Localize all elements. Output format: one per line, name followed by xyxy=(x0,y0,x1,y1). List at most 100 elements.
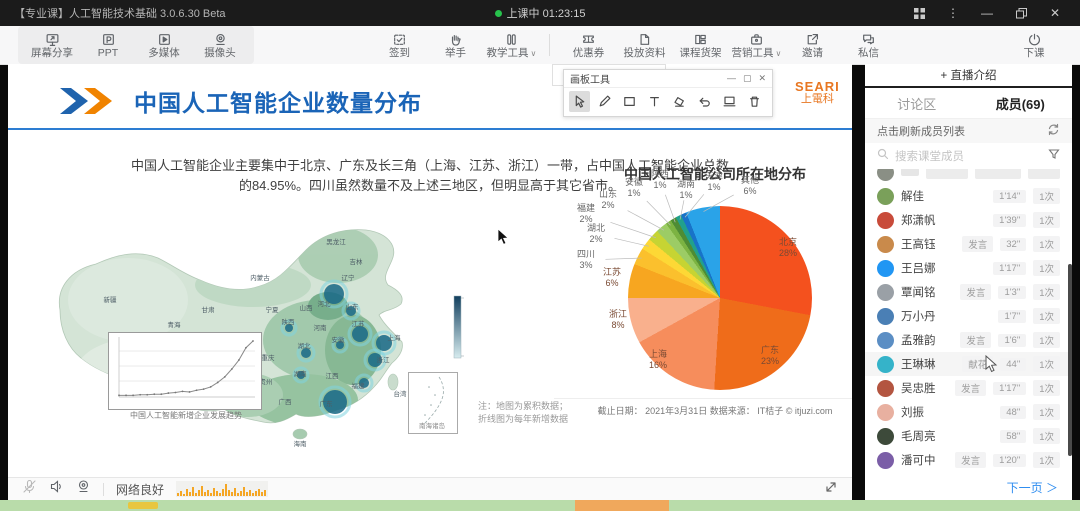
toolbar-invite-button[interactable]: 邀请 xyxy=(784,27,840,63)
count-badge: 1次 xyxy=(1033,284,1060,300)
sidebar: + 直播介绍 讨论区成员(69) 点击刷新成员列表 搜索课堂成员 解佳1'14"… xyxy=(865,64,1072,500)
toolbar-end-group: 下课 xyxy=(1006,27,1062,63)
toolbar-dm-button[interactable]: 私信 xyxy=(840,27,896,63)
tool-rect-icon[interactable] xyxy=(619,91,640,112)
tool-undo-icon[interactable] xyxy=(694,91,715,112)
time-badge: 1'14" xyxy=(993,190,1026,203)
tool-select-icon[interactable] xyxy=(569,91,590,112)
member-row[interactable]: 万小丹1'7"1次 xyxy=(865,304,1072,328)
member-row[interactable]: 潘可中发言1'20"1次 xyxy=(865,448,1072,472)
south-sea-label: 南海诸岛 xyxy=(408,420,456,430)
status-bar: 网络良好 xyxy=(8,477,852,500)
toolbar-camera-button[interactable]: 摄像头 xyxy=(192,27,248,63)
toolbar-label: 下课 xyxy=(1024,48,1045,59)
toolbar-label: 营销工具∨ xyxy=(732,48,782,59)
toolbar-shelf-button[interactable]: 课程货架 xyxy=(672,27,728,63)
chevron-down-icon: ∨ xyxy=(531,49,537,58)
toolbar-label: 屏幕分享 xyxy=(31,48,73,59)
next-page-button[interactable]: 下一页 ＞ xyxy=(1007,479,1058,496)
toolbar-tools-button[interactable]: 教学工具∨ xyxy=(483,27,539,63)
toolbar-ppt-button[interactable]: PPT xyxy=(80,27,136,63)
member-row[interactable]: 解佳1'14"1次 xyxy=(865,184,1072,208)
member-row[interactable] xyxy=(865,169,1072,184)
pie-label: 安徽1% xyxy=(625,177,643,199)
toolbar-endclass-button[interactable]: 下课 xyxy=(1006,27,1062,63)
pie-label: 天津1% xyxy=(705,171,723,193)
live-intro-button[interactable]: + 直播介绍 xyxy=(865,64,1072,88)
member-name: 王吕娜 xyxy=(901,260,986,276)
pie-label: 湖北2% xyxy=(587,223,605,245)
map-color-scale xyxy=(454,296,461,358)
speaker-icon[interactable] xyxy=(49,479,64,499)
toolbar-label: 邀请 xyxy=(802,48,823,59)
member-row[interactable]: 覃闻铭发言1'3"1次 xyxy=(865,280,1072,304)
member-row[interactable]: 吴忠胜发言1'17"1次 xyxy=(865,376,1072,400)
dm-icon xyxy=(861,32,876,47)
toolbar-media-button[interactable]: 多媒体 xyxy=(136,27,192,63)
svg-text:福建: 福建 xyxy=(352,381,366,390)
map-inset-trend-chart xyxy=(108,332,262,410)
svg-text:陕西: 陕西 xyxy=(282,317,296,326)
expand-icon[interactable] xyxy=(824,480,838,499)
refresh-members-row[interactable]: 点击刷新成员列表 xyxy=(865,119,1072,143)
seari-logo: SEARI 上電科 xyxy=(795,80,840,106)
time-badge: 1'39" xyxy=(993,214,1026,227)
toolbar-checkin-button[interactable]: 签到 xyxy=(371,27,427,63)
svg-text:内蒙古: 内蒙古 xyxy=(250,273,270,282)
filter-icon[interactable] xyxy=(1048,147,1060,165)
member-row[interactable]: 王高钰发言32"1次 xyxy=(865,232,1072,256)
member-row[interactable]: 毛周亮58"1次 xyxy=(865,424,1072,448)
tool-board-icon[interactable] xyxy=(719,91,740,112)
sidebar-tabs: 讨论区成员(69) xyxy=(865,88,1072,119)
toolbar-label: 举手 xyxy=(445,48,466,59)
member-row[interactable]: 王琳琳献花44"1次 xyxy=(865,352,1072,376)
svg-text:宁夏: 宁夏 xyxy=(266,305,280,314)
member-list: 解佳1'14"1次郑潇帆1'39"1次王高钰发言32"1次王吕娜1'17"1次覃… xyxy=(865,169,1072,474)
tool-eraser-icon[interactable] xyxy=(669,91,690,112)
slide-header: 中国人工智能企业数量分布 xyxy=(58,84,422,118)
pie-label: 四川3% xyxy=(577,249,595,271)
mic-muted-icon[interactable] xyxy=(22,479,37,499)
member-name: 刘振 xyxy=(901,404,993,420)
whiteboard-maximize-button[interactable]: ▢ xyxy=(743,73,752,84)
member-name: 覃闻铭 xyxy=(901,284,953,300)
app-window: 【专业课】人工智能技术基础 3.0.6.30 Beta 上课中 01:23:15… xyxy=(0,0,1080,511)
coupon-icon xyxy=(581,32,596,47)
svg-text:江苏: 江苏 xyxy=(352,319,366,328)
member-row[interactable]: 刘振48"1次 xyxy=(865,400,1072,424)
svg-text:浙江: 浙江 xyxy=(377,355,391,364)
member-row[interactable]: 王吕娜1'17"1次 xyxy=(865,256,1072,280)
tool-text-icon[interactable] xyxy=(644,91,665,112)
tab-discussion[interactable]: 讨论区 xyxy=(865,88,969,118)
live-dot-icon xyxy=(495,10,502,17)
toolbar-label: 教学工具∨ xyxy=(487,48,537,59)
whiteboard-close-button[interactable]: ✕ xyxy=(758,73,766,84)
tool-pen-icon[interactable] xyxy=(594,91,615,112)
toolbar-label: 多媒体 xyxy=(148,48,180,59)
scrollbar-thumb[interactable] xyxy=(1068,264,1072,456)
title-underline xyxy=(8,128,852,130)
taskbar-segment xyxy=(575,500,669,511)
svg-text:广西: 广西 xyxy=(279,397,293,406)
svg-text:上海: 上海 xyxy=(388,333,402,342)
hainan-island xyxy=(293,429,307,439)
member-search-input[interactable]: 搜索课堂成员 xyxy=(865,143,1072,169)
toolbar-briefcase-button[interactable]: 营销工具∨ xyxy=(728,27,784,63)
whiteboard-minimize-button[interactable]: — xyxy=(727,73,736,84)
svg-text:海南: 海南 xyxy=(294,439,308,448)
ppt-icon xyxy=(101,32,116,47)
toolbar-hand-button[interactable]: 举手 xyxy=(427,27,483,63)
tool-trash-icon[interactable] xyxy=(744,91,765,112)
member-name: 毛周亮 xyxy=(901,428,993,444)
tab-members[interactable]: 成员(69) xyxy=(969,88,1073,118)
svg-text:湖南: 湖南 xyxy=(294,369,308,378)
member-row[interactable]: 郑潇帆1'39"1次 xyxy=(865,208,1072,232)
pie-label: 山东2% xyxy=(599,189,617,211)
refresh-icon[interactable] xyxy=(1047,123,1060,139)
toolbar-doc-button[interactable]: 投放资料 xyxy=(616,27,672,63)
toolbar-screen-share-button[interactable]: 屏幕分享 xyxy=(24,27,80,63)
audio-waveform xyxy=(176,481,268,497)
webcam-icon[interactable] xyxy=(76,479,91,499)
member-row[interactable]: 孟雅韵发言1'6"1次 xyxy=(865,328,1072,352)
toolbar-coupon-button[interactable]: 优惠券 xyxy=(560,27,616,63)
